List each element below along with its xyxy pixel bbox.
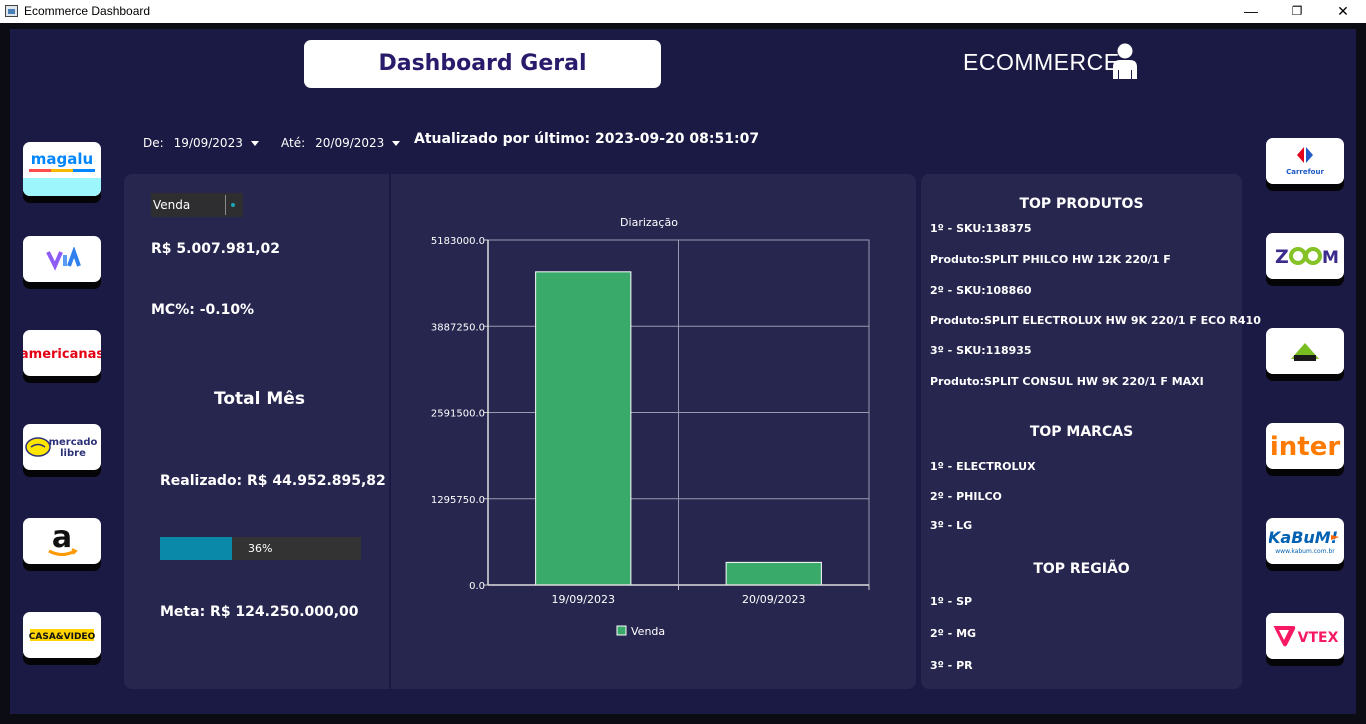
- chart-title: Diarização: [620, 216, 678, 229]
- mercado-libre-logo[interactable]: mercado libre: [23, 424, 101, 470]
- casa-video-logo[interactable]: CASA&VIDEO: [23, 612, 101, 658]
- americanas-logo[interactable]: americanas: [23, 330, 101, 376]
- meta-value: Meta: R$ 124.250.000,00: [160, 604, 359, 620]
- daily-sales-chart: Diarização 0.0 1295750.0 2591500.0 3887250.…: [431, 216, 870, 638]
- svg-text:www.kabum.com.br: www.kabum.com.br: [1275, 548, 1335, 555]
- window-title: Ecommerce Dashboard: [24, 4, 151, 18]
- svg-text:americanas: americanas: [23, 347, 101, 362]
- inter-logo[interactable]: inter: [1266, 423, 1344, 469]
- window-titlebar: Ecommerce Dashboard — ❐ ✕: [0, 0, 1366, 23]
- bar: [535, 271, 632, 586]
- svg-text:Carrefour: Carrefour: [1286, 168, 1324, 176]
- chart-panel: Diarização 0.0 1295750.0 2591500.0 3887250.…: [391, 174, 916, 689]
- top-produto-2-sku: 2º - SKU:108860: [930, 284, 1032, 297]
- bar: [725, 561, 822, 586]
- dashboard-main: Dashboard Geral ECOMMERCE De: 19/09/2023 …: [10, 29, 1356, 714]
- top-regiao-1: 1º - SP: [930, 595, 973, 608]
- top-produto-3-name: Produto:SPLIT CONSUL HW 9K 220/1 F MAXI: [930, 375, 1204, 388]
- top-marca-2: 2º - PHILCO: [930, 490, 1002, 503]
- top-marca-3: 3º - LG: [930, 519, 973, 532]
- date-from-label: De:: [143, 136, 164, 150]
- metric-select[interactable]: Venda: [151, 193, 243, 217]
- y-tick-label: 5183000.0: [431, 236, 485, 247]
- y-tick-label: 0.0: [469, 581, 485, 592]
- top-marcas-title: TOP MARCAS: [1029, 424, 1134, 440]
- x-tick-label: 20/09/2023: [742, 593, 805, 606]
- chevron-down-icon: [392, 141, 401, 146]
- via-logo[interactable]: [23, 236, 101, 282]
- y-tick-label: 1295750.0: [431, 495, 485, 506]
- top-produtos-title: TOP PRODUTOS: [1019, 196, 1144, 212]
- carrefour-logo[interactable]: Carrefour: [1266, 138, 1344, 184]
- vtex-logo[interactable]: VTEX: [1266, 613, 1344, 659]
- date-from-picker[interactable]: De: 19/09/2023: [143, 136, 259, 150]
- zoom-logo[interactable]: Z M: [1266, 233, 1344, 279]
- top-rankings-panel: TOP PRODUTOS 1º - SKU:138375 Produto:SPL…: [921, 174, 1261, 689]
- svg-text:inter: inter: [1270, 432, 1340, 462]
- maximize-button[interactable]: ❐: [1274, 0, 1320, 23]
- top-regiao-3: 3º - PR: [930, 659, 973, 672]
- legend-swatch: [616, 625, 627, 636]
- metric-select-value: Venda: [153, 198, 191, 212]
- kabum-logo[interactable]: KaBuM! www.kabum.com.br: [1266, 518, 1344, 564]
- minimize-button[interactable]: —: [1228, 0, 1274, 23]
- top-produto-1-sku: 1º - SKU:138375: [930, 222, 1032, 235]
- x-tick-label: 19/09/2023: [552, 593, 615, 606]
- svg-text:Z: Z: [1275, 246, 1289, 268]
- realizado-value: Realizado: R$ 44.952.895,82: [160, 473, 386, 489]
- y-tick-label: 2591500.0: [431, 409, 485, 420]
- svg-text:magalu: magalu: [31, 150, 93, 168]
- month-total-title: Total Mês: [214, 389, 305, 409]
- dashboard-title-button[interactable]: Dashboard Geral: [304, 40, 661, 88]
- leroy-merlin-logo[interactable]: [1266, 328, 1344, 374]
- amazon-logo[interactable]: a: [23, 518, 101, 564]
- chevron-down-icon: [250, 141, 259, 146]
- date-to-picker[interactable]: Até: 20/09/2023: [281, 136, 401, 150]
- y-tick-label: 3887250.0: [431, 322, 485, 333]
- month-progress-bar: 36%: [160, 537, 361, 560]
- close-button[interactable]: ✕: [1320, 0, 1366, 23]
- select-divider: [225, 195, 226, 215]
- user-icon[interactable]: [1110, 43, 1140, 79]
- svg-text:VTEX: VTEX: [1298, 630, 1339, 646]
- last-updated-label: Atualizado por último: 2023-09-20 08:51:…: [414, 131, 760, 147]
- date-from-value: 19/09/2023: [173, 136, 243, 150]
- top-produto-2-name: Produto:SPLIT ELECTROLUX HW 9K 220/1 F E…: [930, 314, 1261, 327]
- svg-text:KaBuM!: KaBuM!: [1269, 528, 1338, 547]
- svg-text:a: a: [52, 521, 72, 555]
- app-icon: [5, 5, 18, 17]
- brand-label: ECOMMERCE: [963, 49, 1120, 75]
- dropdown-indicator-icon: [231, 203, 235, 207]
- date-to-label: Até:: [281, 136, 306, 150]
- magalu-logo[interactable]: magalu: [23, 142, 101, 196]
- date-to-value: 20/09/2023: [315, 136, 385, 150]
- top-produto-3-sku: 3º - SKU:118935: [930, 344, 1032, 357]
- summary-panel: Venda R$ 5.007.981,02 MC%: -0.10% Total …: [124, 174, 389, 689]
- progress-label: 36%: [248, 542, 273, 555]
- top-marca-1: 1º - ELECTROLUX: [930, 460, 1036, 473]
- top-regiao-title: TOP REGIÃO: [1033, 561, 1130, 577]
- svg-text:mercado: mercado: [49, 437, 98, 448]
- metric-value: R$ 5.007.981,02: [151, 241, 281, 257]
- svg-text:M: M: [1322, 248, 1339, 268]
- top-regiao-2: 2º - MG: [930, 627, 977, 640]
- mc-value: MC%: -0.10%: [151, 302, 255, 318]
- svg-text:libre: libre: [60, 448, 86, 459]
- legend-label: Venda: [631, 625, 665, 638]
- top-produto-1-name: Produto:SPLIT PHILCO HW 12K 220/1 F: [930, 253, 1171, 266]
- svg-text:CASA&VIDEO: CASA&VIDEO: [29, 632, 96, 642]
- progress-fill: [160, 537, 233, 560]
